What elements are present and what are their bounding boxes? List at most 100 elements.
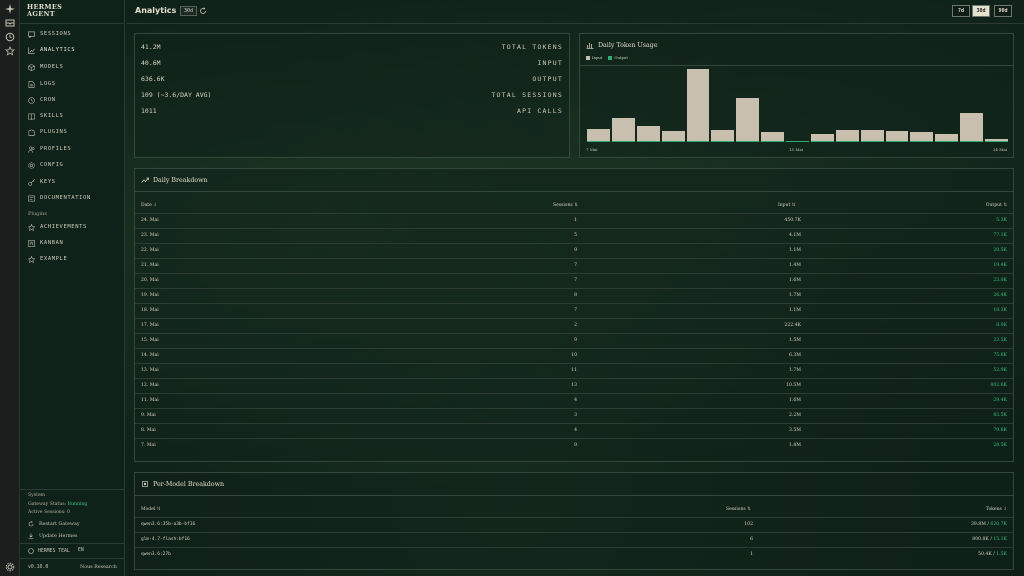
sort-icon: ⇅ <box>1003 203 1007 208</box>
language-selector[interactable]: EN <box>78 548 84 553</box>
table-row: 24. Mai 1 450.7K 5.3K <box>135 213 1013 228</box>
restart-gateway-label: Restart Gateway <box>39 521 80 527</box>
cell-input: 1.8M <box>788 443 801 448</box>
table-row: 11. Mai 4 1.6M 29.4K <box>135 393 1013 408</box>
gateway-status-value: Running <box>67 502 88 507</box>
nav-kanban[interactable]: KANBAN <box>20 236 125 250</box>
x-tick-label: 15 Mai <box>789 147 804 152</box>
refresh-icon[interactable] <box>199 7 207 15</box>
history-icon[interactable] <box>5 32 15 42</box>
nav-profiles[interactable]: PROFILES <box>20 142 125 156</box>
divider <box>135 191 1013 192</box>
cell-sessions: 102 <box>744 522 753 527</box>
bar-20-mai[interactable] <box>885 130 909 142</box>
period-7d-button[interactable]: 7d <box>952 5 970 17</box>
inbox-icon[interactable] <box>5 18 15 28</box>
bar-21-mai[interactable] <box>910 132 934 142</box>
cell-date: 20. Mai <box>141 278 159 283</box>
nav-config[interactable]: CONFIG <box>20 158 125 172</box>
star-icon[interactable] <box>5 45 15 56</box>
nav-cron[interactable]: CRON <box>20 93 125 107</box>
bar-24-mai[interactable] <box>985 138 1008 142</box>
nav-plugins[interactable]: PLUGINS <box>20 125 125 139</box>
bar-9-mai[interactable] <box>636 126 660 142</box>
gear-icon[interactable] <box>5 562 15 572</box>
cell-sessions: 7 <box>574 308 577 313</box>
cell-input: 450.7K <box>784 218 801 223</box>
cell-output: 83.5K <box>993 413 1007 418</box>
bar-22-mai[interactable] <box>935 134 959 142</box>
cell-sessions: 13 <box>571 383 577 388</box>
col-date-header[interactable]: Date ↓ <box>141 203 157 208</box>
cell-sessions: 4 <box>574 428 577 433</box>
col-model-header[interactable]: Model ⇅ <box>141 507 161 512</box>
nav-label: KEYS <box>40 179 56 185</box>
nav-skills[interactable]: SKILLS <box>20 109 125 123</box>
sparkle-icon[interactable] <box>5 4 15 14</box>
cell-date: 18. Mai <box>141 308 159 313</box>
cell-sessions: 10 <box>571 353 577 358</box>
nav-sessions[interactable]: SESSIONS <box>20 27 125 41</box>
table-row: 9. Mai 3 2.2M 83.5K <box>135 408 1013 423</box>
nav-label: PLUGINS <box>40 129 68 135</box>
bar-14-mai[interactable] <box>736 98 760 142</box>
col-sessions-label: Sessions <box>726 507 746 512</box>
col-input-header[interactable]: Input ⇅ <box>778 203 795 208</box>
tokens-output: 620.7K <box>990 522 1007 527</box>
bar-13-mai[interactable] <box>711 130 735 142</box>
col-output-header[interactable]: Output ⇅ <box>986 203 1007 208</box>
cell-input: 222.4K <box>784 323 801 328</box>
sort-icon: ⇅ <box>791 203 796 208</box>
bar-19-mai[interactable] <box>860 130 884 142</box>
sort-desc-icon: ↓ <box>1003 507 1007 512</box>
bar-8-mai[interactable] <box>611 117 635 142</box>
cell-input: 1.6M <box>788 278 801 283</box>
col-sessions-header[interactable]: Sessions ⇅ <box>726 507 751 512</box>
doc-icon <box>28 195 35 201</box>
nav-analytics[interactable]: ANALYTICS <box>20 43 125 57</box>
bar-12-mai[interactable] <box>686 69 710 142</box>
table-row: 17. Mai 2 222.4K 8.0K <box>135 318 1013 333</box>
cell-date: 17. Mai <box>141 323 159 328</box>
bar-18-mai[interactable] <box>835 130 859 142</box>
nav-models[interactable]: MODELS <box>20 60 125 74</box>
bar-15-mai[interactable] <box>761 131 785 142</box>
clock-icon <box>28 96 35 104</box>
icon-rail <box>0 0 20 576</box>
col-tokens-header[interactable]: Tokens ↓ <box>986 507 1007 512</box>
nav-label: MODELS <box>40 64 64 70</box>
theme-selector[interactable]: HERMES TEAL <box>28 548 70 554</box>
nav-documentation[interactable]: DOCUMENTATION <box>20 191 125 205</box>
col-sessions-header[interactable]: Sessions ⇅ <box>553 203 578 208</box>
cell-output: 23.0K <box>993 278 1007 283</box>
period-90d-button[interactable]: 90d <box>994 5 1012 17</box>
legend-swatch <box>586 56 590 60</box>
tokens-input: 50.4K <box>978 552 992 557</box>
nav-example[interactable]: EXAMPLE <box>20 252 125 266</box>
cell-sessions: 4 <box>574 398 577 403</box>
bar-23-mai[interactable] <box>960 113 984 142</box>
cell-date: 19. Mai <box>141 293 159 298</box>
stat-value: 636.6K <box>141 75 165 83</box>
bar-7-mai[interactable] <box>587 129 610 142</box>
download-icon <box>28 533 34 539</box>
cell-input: 6.3M <box>788 353 801 358</box>
nav-label: CONFIG <box>40 162 64 168</box>
period-30d-button[interactable]: 30d <box>972 5 990 17</box>
restart-gateway-button[interactable]: Restart Gateway <box>28 521 80 527</box>
stats-panel: 41.2M TOTAL TOKENS 40.6M INPUT 636.6K OU… <box>134 33 570 158</box>
table-row: 22. Mai 9 1.1M 20.5K <box>135 243 1013 258</box>
bar-16-mai[interactable] <box>786 140 809 142</box>
cell-date: 14. Mai <box>141 353 159 358</box>
nav-keys[interactable]: KEYS <box>20 175 125 189</box>
col-date-label: Date <box>141 203 152 208</box>
bar-17-mai[interactable] <box>810 134 834 142</box>
nav-logs[interactable]: LOGS <box>20 77 125 91</box>
cell-output: 77.1K <box>993 233 1007 238</box>
stat-label: OUTPUT <box>532 75 563 83</box>
nav-achievements[interactable]: ACHIEVEMENTS <box>20 220 125 234</box>
bar-11-mai[interactable] <box>661 130 685 142</box>
cell-sessions: 9 <box>574 443 577 448</box>
cube-icon <box>28 63 35 71</box>
update-hermes-button[interactable]: Update Hermes <box>28 533 78 539</box>
